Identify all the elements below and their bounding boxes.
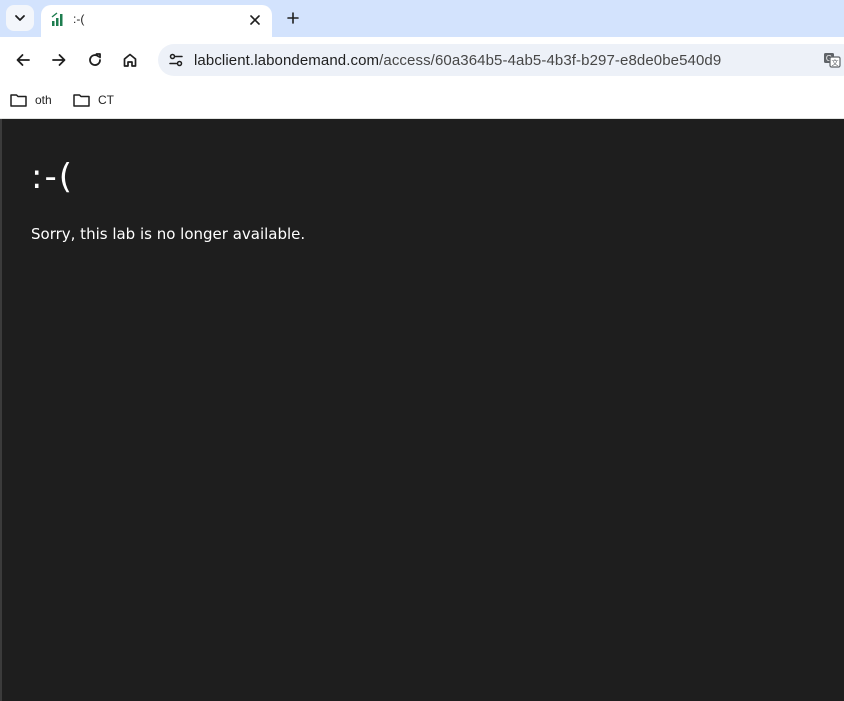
url-text[interactable]: labclient.labondemand.com/access/60a364b… xyxy=(194,52,721,69)
arrow-left-icon xyxy=(16,54,30,66)
reload-icon xyxy=(89,53,101,66)
svg-text:文: 文 xyxy=(832,58,839,67)
bookmark-folder-ct[interactable]: CT xyxy=(73,89,114,111)
back-button[interactable] xyxy=(11,48,35,72)
tune-icon xyxy=(169,53,183,67)
close-icon xyxy=(250,15,260,25)
url-host: labclient.labondemand.com xyxy=(194,52,380,69)
bookmark-label: oth xyxy=(35,93,52,107)
close-tab-button[interactable] xyxy=(246,11,264,29)
folder-icon xyxy=(73,94,90,107)
chevron-down-icon xyxy=(15,15,25,21)
site-info-button[interactable] xyxy=(164,48,188,72)
forward-button[interactable] xyxy=(47,48,71,72)
address-bar[interactable]: labclient.labondemand.com/access/60a364b… xyxy=(158,44,844,76)
home-button[interactable] xyxy=(118,48,142,72)
translate-icon: G 文 xyxy=(824,53,841,68)
error-message: Sorry, this lab is no longer available. xyxy=(31,225,306,243)
url-path: /access/60a364b5-4ab5-4b3f-b297-e8de0be5… xyxy=(379,52,722,69)
page-content: :-( Sorry, this lab is no longer availab… xyxy=(0,119,844,701)
translate-button[interactable]: G 文 xyxy=(820,48,844,72)
bookmark-label: CT xyxy=(98,93,114,107)
signal-bars-icon xyxy=(51,12,63,26)
new-tab-button[interactable] xyxy=(282,7,304,29)
home-icon xyxy=(123,53,137,67)
folder-icon xyxy=(10,94,27,107)
plus-icon xyxy=(287,12,299,24)
bookmark-folder-oth[interactable]: oth xyxy=(10,89,52,111)
browser-toolbar: labclient.labondemand.com/access/60a364b… xyxy=(0,37,844,83)
active-tab[interactable]: :-( xyxy=(41,5,272,37)
reload-button[interactable] xyxy=(83,48,107,72)
arrow-right-icon xyxy=(52,54,66,66)
sad-emoticon: :-( xyxy=(31,157,74,197)
tab-strip: :-( xyxy=(0,0,844,37)
tab-title: :-( xyxy=(73,12,85,26)
tab-search-button[interactable] xyxy=(6,5,34,31)
bookmarks-bar: oth CT xyxy=(0,83,844,119)
